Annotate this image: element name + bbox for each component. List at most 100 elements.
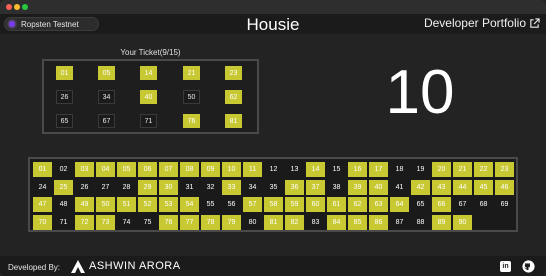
- ticket-cell[interactable]: 26: [56, 90, 73, 104]
- board-cell: 65: [411, 197, 430, 212]
- board-cell: 11: [243, 162, 262, 177]
- ticket-cell[interactable]: 76: [183, 114, 200, 128]
- board-cell: 76: [159, 214, 178, 230]
- author-name[interactable]: ASHWIN ARORA: [89, 260, 181, 272]
- board-cell: 12: [264, 162, 283, 177]
- ticket-cell[interactable]: 71: [140, 114, 157, 128]
- ticket-cell[interactable]: 67: [98, 114, 115, 128]
- board-cell: 46: [495, 179, 514, 195]
- ticket-cell[interactable]: 34: [98, 90, 115, 104]
- app-header: Ropsten Testnet Housie Developer Portfol…: [0, 14, 546, 34]
- board-cell: 33: [222, 179, 241, 195]
- ticket-title: Your Ticket(9/15): [120, 48, 181, 57]
- board-cell: 03: [75, 162, 94, 177]
- board-cell: 63: [369, 197, 388, 212]
- current-called-number: 10: [385, 58, 455, 127]
- board-cell: 83: [306, 214, 325, 230]
- board-cell: 49: [75, 197, 94, 212]
- board-cell: 44: [453, 179, 472, 195]
- board-cell: 56: [222, 197, 241, 212]
- ticket-cell[interactable]: 14: [140, 66, 157, 80]
- board-cell: 48: [54, 197, 73, 212]
- board-cell: 50: [96, 197, 115, 212]
- board-cell: 71: [54, 214, 73, 230]
- board-cell: 16: [348, 162, 367, 177]
- board-cell: 45: [474, 179, 493, 195]
- board-cell: 52: [138, 197, 157, 212]
- board-cell: 53: [159, 197, 178, 212]
- ticket-cell[interactable]: 05: [98, 66, 115, 80]
- board-cell: 29: [138, 179, 157, 195]
- board-cell: 81: [264, 214, 283, 230]
- board-cell: 55: [201, 197, 220, 212]
- board-cell: 19: [411, 162, 430, 177]
- board-cell: 25: [54, 179, 73, 195]
- board-cell: 39: [348, 179, 367, 195]
- board-cell: 67: [453, 197, 472, 212]
- board-cell: 87: [390, 214, 409, 230]
- board-cell: 43: [432, 179, 451, 195]
- author-logo-icon: [71, 260, 85, 273]
- minimize-window-button[interactable]: [14, 4, 20, 10]
- board-cell: 61: [327, 197, 346, 212]
- board-cell: 23: [495, 162, 514, 177]
- board-cell: 78: [201, 214, 220, 230]
- board-cell: 54: [180, 197, 199, 212]
- ticket-cell[interactable]: 62: [225, 90, 242, 104]
- board-cell: 90: [453, 214, 472, 230]
- board-cell: 40: [369, 179, 388, 195]
- developer-portfolio-link[interactable]: Developer Portfolio: [424, 16, 540, 30]
- board-cell: 22: [474, 162, 493, 177]
- window-titlebar: [0, 0, 546, 14]
- board-cell: 06: [138, 162, 157, 177]
- board-cell: 73: [96, 214, 115, 230]
- ticket-cell[interactable]: 23: [225, 66, 242, 80]
- board-cell: 47: [33, 197, 52, 212]
- ticket-cell[interactable]: 50: [183, 90, 200, 104]
- board-cell: 20: [432, 162, 451, 177]
- board-cell: 66: [432, 197, 451, 212]
- board-cell: 58: [264, 197, 283, 212]
- board-cell: 30: [159, 179, 178, 195]
- board-cell: 41: [390, 179, 409, 195]
- board-cell: 79: [222, 214, 241, 230]
- github-icon[interactable]: [522, 260, 535, 273]
- ticket-cell[interactable]: 21: [183, 66, 200, 80]
- board-cell: 88: [411, 214, 430, 230]
- close-window-button[interactable]: [6, 4, 12, 10]
- board-cell: 72: [75, 214, 94, 230]
- board-cell: 13: [285, 162, 304, 177]
- board-cell: 38: [327, 179, 346, 195]
- ticket-cell[interactable]: 01: [56, 66, 73, 80]
- board-cell: 24: [33, 179, 52, 195]
- board-cell: 70: [33, 214, 52, 230]
- board-cell: 68: [474, 197, 493, 212]
- ticket-cell[interactable]: 81: [225, 114, 242, 128]
- board-cell: 85: [348, 214, 367, 230]
- board-cell: 35: [264, 179, 283, 195]
- ticket-cell[interactable]: 40: [140, 90, 157, 104]
- board-cell: 02: [54, 162, 73, 177]
- board-cell: 18: [390, 162, 409, 177]
- board-cell: 07: [159, 162, 178, 177]
- board-cell: 15: [327, 162, 346, 177]
- board-cell: 36: [285, 179, 304, 195]
- board-cell: 28: [117, 179, 136, 195]
- linkedin-icon[interactable]: in: [500, 261, 511, 272]
- maximize-window-button[interactable]: [22, 4, 28, 10]
- board-cell: 09: [201, 162, 220, 177]
- portfolio-link-label: Developer Portfolio: [423, 16, 526, 30]
- board-cell: 84: [327, 214, 346, 230]
- board-cell: 34: [243, 179, 262, 195]
- number-board: 01 02 03 04 05 06 07 08 09 10 11 12 13 14 15 16 17 18 19 20…: [28, 157, 518, 232]
- board-cell: 74: [117, 214, 136, 230]
- board-cell: 59: [285, 197, 304, 212]
- board-cell: 42: [411, 179, 430, 195]
- app-window: Ropsten Testnet Housie Developer Portfol…: [0, 0, 546, 276]
- board-cell: 62: [348, 197, 367, 212]
- board-cell: 14: [306, 162, 325, 177]
- board-cell: 31: [180, 179, 199, 195]
- ticket-cell[interactable]: 65: [56, 114, 73, 128]
- board-cell: 69: [495, 197, 514, 212]
- board-cell: 32: [201, 179, 220, 195]
